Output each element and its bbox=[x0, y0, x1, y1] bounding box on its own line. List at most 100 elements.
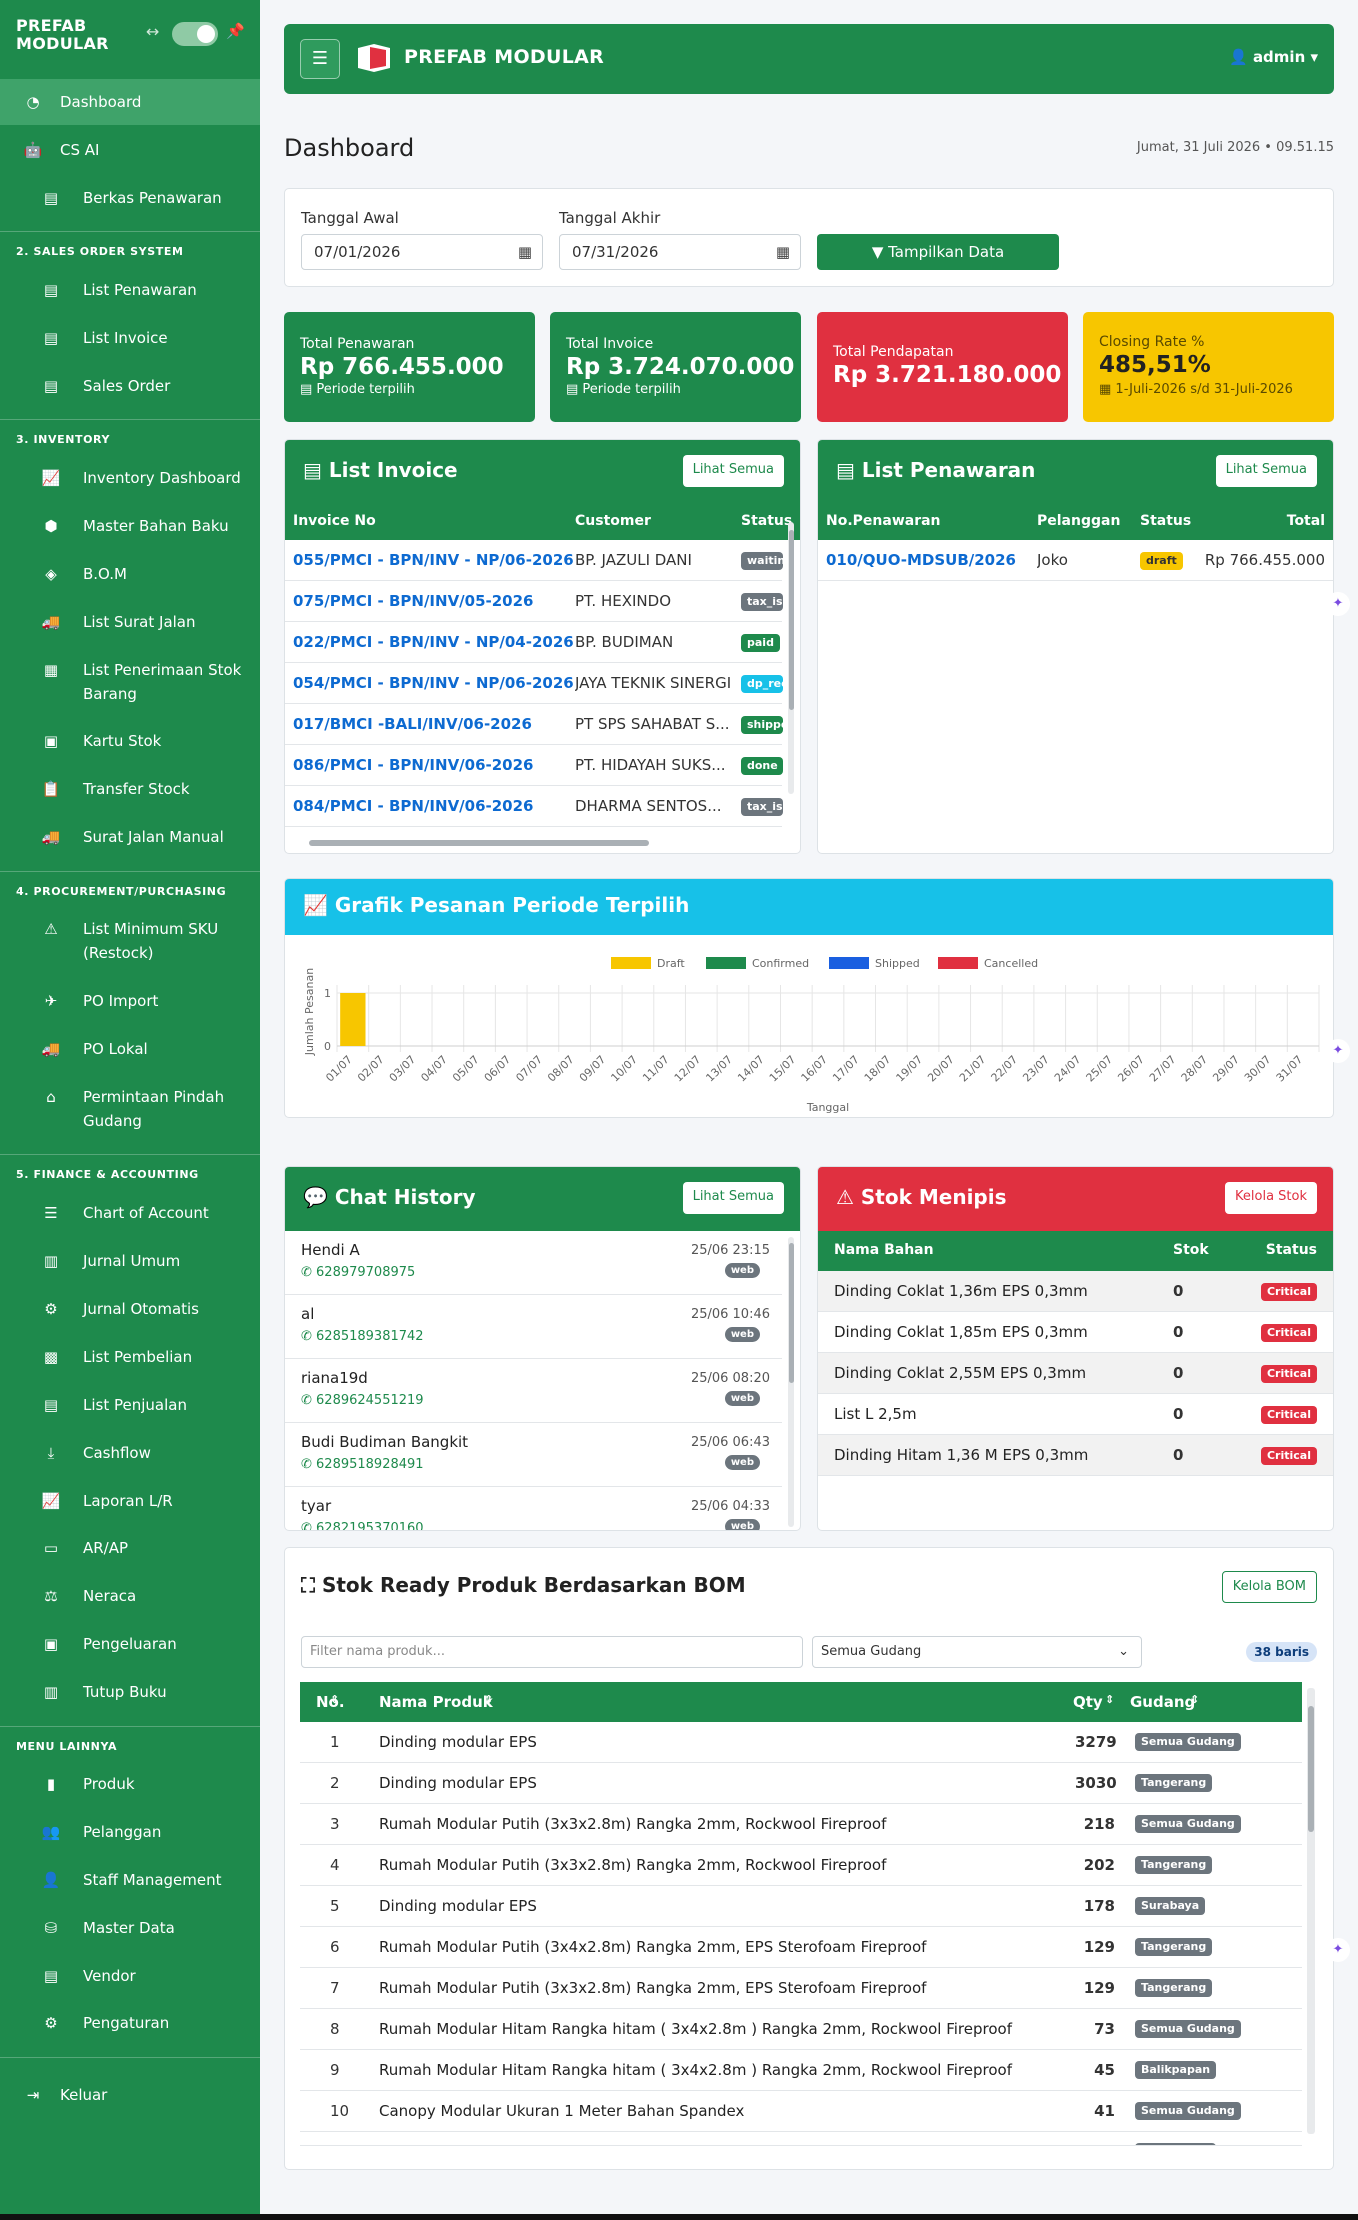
bom-table-row[interactable]: 11 Dinding modular EPS 36 Balikpapan bbox=[300, 2132, 1302, 2146]
chat-phone: 6289518928491 bbox=[316, 1457, 424, 1472]
bom-table-row[interactable]: 4 Rumah Modular Putih (3x3x2.8m) Rangka 2… bbox=[300, 1845, 1302, 1886]
lihat-semua-penawaran-button[interactable]: Lihat Semua bbox=[1215, 455, 1317, 487]
sidebar-item-permintaan-pindah-gudang[interactable]: ⌂ Permintaan Pindah Gudang bbox=[0, 1085, 260, 1133]
extension-brain-icon[interactable]: ✦ bbox=[1326, 592, 1350, 616]
stok-value: 0 bbox=[1173, 1405, 1184, 1423]
file-icon: ▤ bbox=[43, 329, 59, 347]
chat-scrollbar-thumb[interactable] bbox=[789, 1243, 794, 1383]
invoice-number[interactable]: 086/PMCI - BPN/INV/06-2026 bbox=[293, 756, 534, 774]
invoice-row[interactable]: 075/PMCI - BPN/INV/05-2026 PT. HEXINDO tax… bbox=[285, 581, 783, 622]
bom-table-row[interactable]: 9 Rumah Modular Hitam Rangka hitam ( 3x4x… bbox=[300, 2050, 1302, 2091]
sidebar-item-list-minimum-sku[interactable]: ⚠ List Minimum SKU (Restock) bbox=[0, 917, 260, 965]
source-badge: web bbox=[724, 1455, 760, 1470]
invoice-row[interactable]: 086/PMCI - BPN/INV/06-2026 PT. HIDAYAH SU… bbox=[285, 745, 783, 786]
sort-icon[interactable]: ⇕ bbox=[484, 1693, 493, 1706]
whatsapp-icon: ✆ bbox=[301, 1457, 317, 1472]
end-date-input[interactable]: 07/31/2026 ▦ bbox=[559, 234, 801, 270]
section-menu-lainnya: MENU LAINNYA bbox=[16, 1740, 118, 1753]
gudang-badge: Balikpapan bbox=[1135, 2061, 1217, 2079]
lihat-semua-invoice-button[interactable]: Lihat Semua bbox=[682, 455, 784, 487]
invoice-row[interactable]: 022/PMCI - BPN/INV - NP/04-2026 BP. BUDIM… bbox=[285, 622, 782, 663]
invoice-row[interactable]: 084/PMCI - BPN/INV/06-2026 DHARMA SENTOS.… bbox=[285, 786, 783, 827]
invoice-number[interactable]: 017/BMCI -BALI/INV/06-2026 bbox=[293, 715, 532, 733]
bom-scrollbar-thumb[interactable] bbox=[1308, 1706, 1314, 1832]
stok-row[interactable]: Dinding Coklat 2,55M EPS 0,3mm 0 Critical bbox=[818, 1353, 1333, 1394]
bom-table-row[interactable]: 3 Rumah Modular Putih (3x3x2.8m) Rangka 2… bbox=[300, 1804, 1302, 1845]
invoice-row[interactable]: 054/PMCI - BPN/INV - NP/06-2026 JAYA TEKN… bbox=[285, 663, 783, 704]
invoice-row[interactable]: 017/BMCI -BALI/INV/06-2026 PT SPS SAHABAT… bbox=[285, 704, 783, 745]
menu-toggle-button[interactable]: ☰ bbox=[300, 39, 340, 79]
filter-produk-input[interactable]: Filter nama produk... bbox=[301, 1636, 803, 1668]
pin-icon[interactable]: 📌 bbox=[226, 22, 245, 40]
bom-table-row[interactable]: 6 Rumah Modular Putih (3x4x2.8m) Rangka 2… bbox=[300, 1927, 1302, 1968]
invoice-number[interactable]: 084/PMCI - BPN/INV/06-2026 bbox=[293, 797, 534, 815]
x-tick-label: 29/07 bbox=[1210, 1053, 1242, 1085]
bom-table-row[interactable]: 7 Rumah Modular Putih (3x3x2.8m) Rangka 2… bbox=[300, 1968, 1302, 2009]
chat-item[interactable]: tyar ✆ 6282195370160 25/06 04:33 web bbox=[285, 1487, 782, 1530]
invoice-number[interactable]: 022/PMCI - BPN/INV - NP/04-2026 bbox=[293, 633, 574, 651]
invoice-number[interactable]: 075/PMCI - BPN/INV/05-2026 bbox=[293, 592, 534, 610]
money-card-icon: ▭ bbox=[43, 1539, 59, 1557]
product-name: Dinding modular EPS bbox=[379, 2143, 537, 2145]
start-date-input[interactable]: 07/01/2026 ▦ bbox=[301, 234, 543, 270]
critical-badge: Critical bbox=[1260, 1283, 1317, 1301]
top-navbar: ☰ PREFAB MODULAR 👤 admin ▾ bbox=[284, 24, 1334, 94]
invoice-number[interactable]: 054/PMCI - BPN/INV - NP/06-2026 bbox=[293, 674, 574, 692]
kelola-stok-button[interactable]: Kelola Stok bbox=[1225, 1182, 1317, 1214]
invoice-horizontal-scrollbar[interactable] bbox=[309, 840, 649, 846]
invoice-number[interactable]: 055/PMCI - BPN/INV - NP/06-2026 bbox=[293, 551, 574, 569]
sort-icon[interactable]: ⇕ bbox=[1105, 1693, 1114, 1706]
sidebar-item-dashboard[interactable]: ◔ Dashboard bbox=[0, 79, 260, 125]
sidebar-toggle-switch[interactable] bbox=[172, 22, 218, 46]
penawaran-row[interactable]: 010/QUO-MDSUB/2026 Joko draft Rp 766.455… bbox=[818, 540, 1333, 581]
user-menu[interactable]: 👤 admin ▾ bbox=[1229, 48, 1318, 66]
robot-icon: 🤖 bbox=[23, 141, 43, 159]
stok-row[interactable]: Dinding Coklat 1,85m EPS 0,3mm 0 Critical bbox=[818, 1312, 1333, 1353]
sidebar-item-list-penerimaan-stok[interactable]: ▦ List Penerimaan Stok Barang bbox=[0, 658, 260, 706]
bahan-name: List L 2,5m bbox=[834, 1405, 917, 1423]
file-icon: ▤ bbox=[300, 382, 317, 397]
source-badge: web bbox=[724, 1519, 760, 1530]
sort-icon[interactable]: ⇕ bbox=[1190, 1693, 1199, 1706]
extension-brain-icon[interactable]: ✦ bbox=[1326, 1938, 1350, 1962]
stok-row[interactable]: Dinding Coklat 1,36m EPS 0,3mm 0 Critical bbox=[818, 1271, 1333, 1312]
kelola-bom-button[interactable]: Kelola BOM bbox=[1221, 1571, 1317, 1603]
invoice-scrollbar-thumb[interactable] bbox=[789, 530, 794, 710]
gudang-badge: Semua Gudang bbox=[1135, 1815, 1241, 1833]
chat-contact-name: Budi Budiman Bangkit bbox=[301, 1433, 469, 1451]
product-name: Dinding modular EPS bbox=[379, 1897, 537, 1915]
filter-icon: ▼ bbox=[871, 243, 889, 261]
row-number: 6 bbox=[330, 1938, 340, 1956]
chat-time: 25/06 23:15 bbox=[690, 1243, 770, 1258]
chat-phone: 6282195370160 bbox=[316, 1521, 424, 1530]
tampilkan-data-button[interactable]: ▼ Tampilkan Data bbox=[817, 234, 1059, 270]
invoice-row[interactable]: 055/PMCI - BPN/INV - NP/06-2026 BP. JAZUL… bbox=[285, 540, 783, 581]
product-qty: 202 bbox=[1083, 1856, 1115, 1874]
bom-table-row[interactable]: 5 Dinding modular EPS 178 Surabaya bbox=[300, 1886, 1302, 1927]
collapse-arrows-icon[interactable]: ↔ bbox=[146, 22, 159, 41]
stok-row[interactable]: List L 2,5m 0 Critical bbox=[818, 1394, 1333, 1435]
chat-item[interactable]: al ✆ 6285189381742 25/06 10:46 web bbox=[285, 1295, 782, 1359]
hand-money-icon: ⤓ bbox=[47, 1444, 55, 1462]
cogs-icon: ⚙ bbox=[44, 1300, 58, 1318]
x-tick-label: 20/07 bbox=[925, 1053, 957, 1085]
chat-item[interactable]: Hendi A ✆ 628979708975 25/06 23:15 web bbox=[285, 1231, 782, 1295]
bom-table-row[interactable]: 1 Dinding modular EPS 3279 Semua Gudang bbox=[300, 1722, 1302, 1763]
lihat-semua-chat-button[interactable]: Lihat Semua bbox=[682, 1182, 784, 1214]
gudang-select[interactable]: Semua Gudang ⌄ bbox=[812, 1636, 1142, 1668]
extension-brain-icon[interactable]: ✦ bbox=[1326, 1039, 1350, 1063]
bom-table-row[interactable]: 2 Dinding modular EPS 3030 Tangerang bbox=[300, 1763, 1302, 1804]
bom-table-row[interactable]: 8 Rumah Modular Hitam Rangka hitam ( 3x4x… bbox=[300, 2009, 1302, 2050]
boxes-icon: ▣ bbox=[43, 732, 59, 750]
stok-row[interactable]: Dinding Hitam 1,36 M EPS 0,3mm 0 Critical bbox=[818, 1435, 1333, 1476]
chat-item[interactable]: riana19d ✆ 6289624551219 25/06 08:20 web bbox=[285, 1359, 782, 1423]
sitemap-icon: ⛶ bbox=[301, 1573, 322, 1597]
sort-icon[interactable]: ⇕ bbox=[330, 1693, 339, 1706]
list-penawaran-panel: ▤ List Penawaran Lihat Semua No.Penawaran… bbox=[817, 439, 1334, 854]
bom-table-row[interactable]: 10 Canopy Modular Ukuran 1 Meter Bahan Sp… bbox=[300, 2091, 1302, 2132]
product-qty: 129 bbox=[1083, 1979, 1115, 1997]
invoice-customer: BP. JAZULI DANI bbox=[575, 551, 692, 569]
source-badge: web bbox=[724, 1263, 760, 1278]
chat-item[interactable]: Budi Budiman Bangkit ✆ 6289518928491 25/06… bbox=[285, 1423, 782, 1487]
stok-value: 0 bbox=[1173, 1364, 1184, 1382]
